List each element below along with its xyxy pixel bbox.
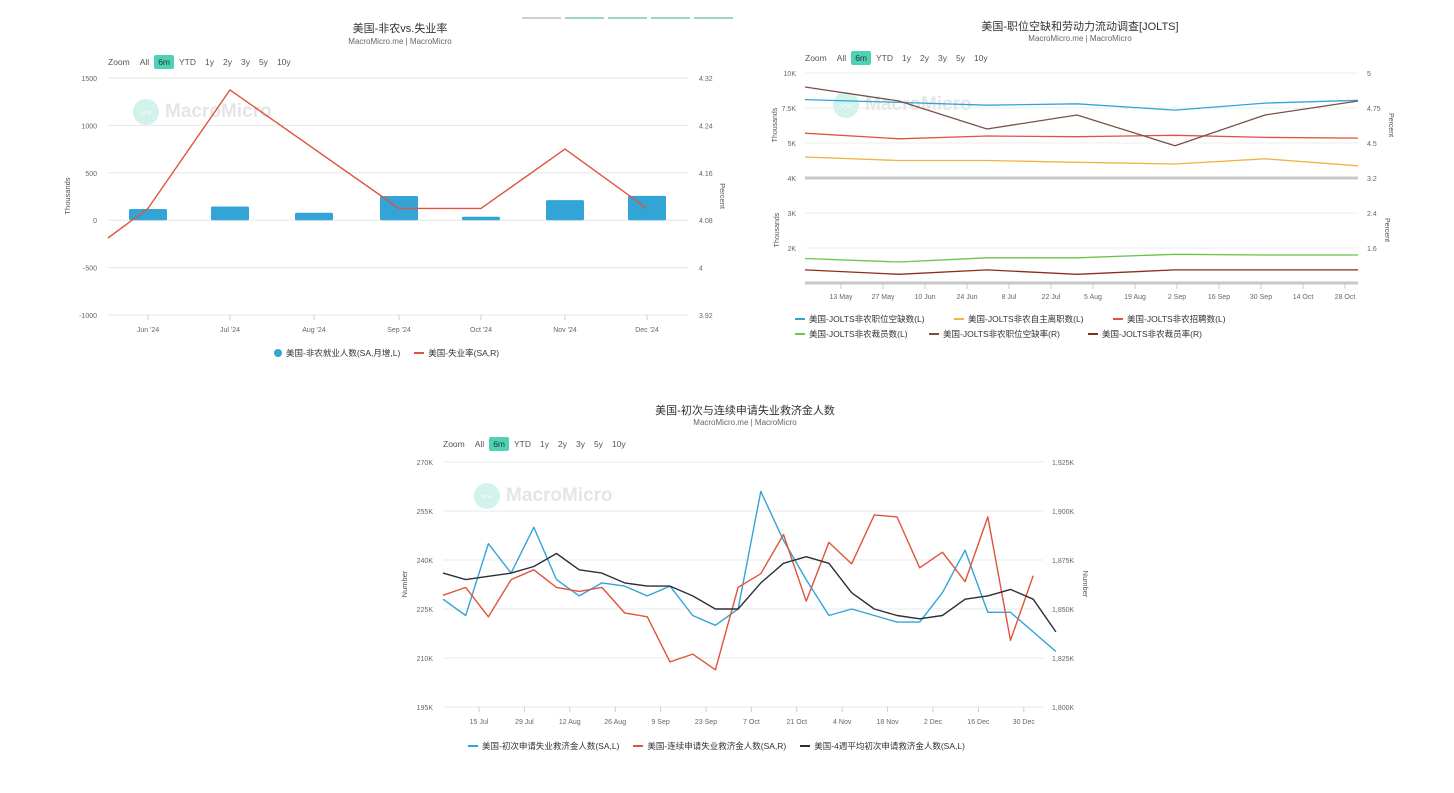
y-tick-label: 270K	[417, 460, 434, 467]
y-tick-label: 255K	[417, 509, 434, 516]
legend-item[interactable]: 美国-连续申请失业救济金人数(SA,R)	[633, 740, 786, 752]
legend-label: 美国-4週平均初次申请救济金人数(SA,L)	[814, 741, 965, 751]
legend-label: 美国-连续申请失业救济金人数(SA,R)	[647, 741, 787, 751]
y2-tick-label: 1,825K	[1052, 656, 1075, 663]
y-tick-label: 195K	[417, 705, 434, 712]
y-tick-label: 225K	[417, 607, 434, 614]
series-line	[442, 514, 1034, 671]
x-tick-label: 23 Sep	[695, 719, 717, 726]
y-tick-label: 240K	[417, 558, 434, 565]
x-tick-label: 21 Oct	[786, 719, 807, 726]
claims-plot: 270K 255K 240K 225K 210K 195K 1,925K 1,900K 1,87…	[400, 460, 1090, 726]
y2-tick-label: 1,925K	[1052, 460, 1075, 467]
legend-item[interactable]: 美国-4週平均初次申请救济金人数(SA,L)	[800, 740, 965, 752]
legend-swatch-icon	[468, 745, 478, 747]
x-tick-label: 30 Dec	[1013, 719, 1036, 726]
x-tick-label: 16 Dec	[967, 719, 990, 726]
y2-tick-label: 1,875K	[1052, 558, 1075, 565]
legend-swatch-icon	[633, 745, 644, 747]
legend-item[interactable]: 美国-初次申请失业救济金人数(SA,L)	[468, 740, 619, 752]
legend-swatch-icon	[800, 745, 811, 747]
y-axis-title: Number	[400, 570, 409, 597]
x-tick-label: 12 Aug	[559, 719, 581, 726]
y2-tick-label: 1,850K	[1052, 607, 1075, 614]
x-tick-label: 2 Dec	[924, 719, 943, 726]
y-tick-label: 210K	[417, 656, 434, 663]
x-tick-label: 29 Jul	[515, 719, 534, 726]
x-tick-label: 18 Nov	[877, 719, 900, 726]
y2-tick-label: 1,900K	[1052, 509, 1075, 516]
y2-axis-title: Number	[1081, 571, 1090, 598]
series-line	[442, 552, 1057, 633]
claims-chart: 美国-初次与连续申请失业救济金人数 MacroMicro.me | MacroM…	[0, 0, 1454, 793]
x-tick-label: 7 Oct	[743, 719, 760, 726]
x-tick-label: 9 Sep	[651, 719, 669, 726]
x-tick-label: 15 Jul	[470, 719, 489, 726]
x-tick-label: 26 Aug	[604, 719, 626, 726]
y2-tick-label: 1,800K	[1052, 705, 1075, 712]
legend-label: 美国-初次申请失业救济金人数(SA,L)	[482, 741, 620, 751]
x-tick-label: 4 Nov	[833, 719, 852, 726]
chart-legend: 美国-初次申请失业救济金人数(SA,L) 美国-连续申请失业救济金人数(SA,R)…	[468, 740, 979, 752]
